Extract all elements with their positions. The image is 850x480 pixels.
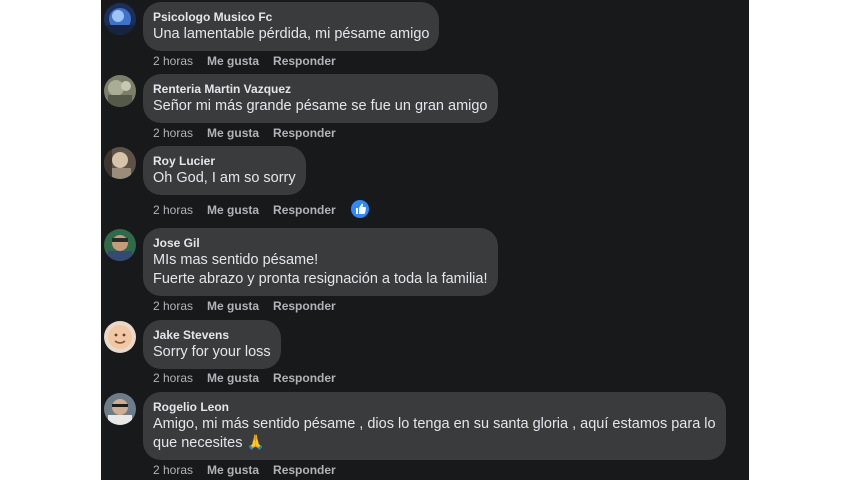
- like-button[interactable]: Me gusta: [207, 299, 259, 313]
- comment-text: Oh God, I am so sorry: [153, 170, 296, 186]
- comment-timestamp[interactable]: 2 horas: [153, 126, 193, 140]
- reply-button[interactable]: Responder: [273, 463, 336, 477]
- comment-bubble: Renteria Martin Vazquez Señor mi más gra…: [143, 74, 498, 123]
- comment-text: Sorry for your loss: [153, 344, 271, 360]
- comment-author[interactable]: Jose Gil: [153, 235, 488, 251]
- comment-author[interactable]: Jake Stevens: [153, 327, 271, 343]
- reply-button[interactable]: Responder: [273, 54, 336, 68]
- avatar[interactable]: [104, 75, 136, 107]
- reply-button[interactable]: Responder: [273, 371, 336, 385]
- comment-timestamp[interactable]: 2 horas: [153, 371, 193, 385]
- comment-actions: 2 horas Me gusta Responder: [153, 371, 336, 385]
- comment-actions: 2 horas Me gusta Responder: [153, 126, 336, 140]
- comment-text: Amigo, mi más sentido pésame , dios lo t…: [153, 416, 716, 432]
- like-button[interactable]: Me gusta: [207, 371, 259, 385]
- avatar[interactable]: [104, 147, 136, 179]
- avatar[interactable]: [104, 321, 136, 353]
- comment-bubble: Jose Gil MIs mas sentido pésame! Fuerte …: [143, 228, 498, 296]
- like-button[interactable]: Me gusta: [207, 463, 259, 477]
- comment-text: MIs mas sentido pésame!: [153, 252, 319, 268]
- like-button[interactable]: Me gusta: [207, 54, 259, 68]
- comment-timestamp[interactable]: 2 horas: [153, 54, 193, 68]
- comment-actions: 2 horas Me gusta Responder: [153, 299, 336, 313]
- comment-bubble: Roy Lucier Oh God, I am so sorry: [143, 146, 306, 195]
- like-reaction-icon[interactable]: [351, 200, 369, 218]
- avatar[interactable]: [104, 3, 136, 35]
- comments-panel: Psicologo Musico Fc Una lamentable pérdi…: [101, 0, 749, 480]
- like-button[interactable]: Me gusta: [207, 203, 259, 217]
- comment-bubble: Rogelio Leon Amigo, mi más sentido pésam…: [143, 392, 726, 460]
- comment-actions: 2 horas Me gusta Responder: [153, 54, 336, 68]
- like-button[interactable]: Me gusta: [207, 126, 259, 140]
- comment-actions: 2 horas Me gusta Responder: [153, 203, 336, 217]
- comment-author[interactable]: Rogelio Leon: [153, 399, 716, 415]
- comment-author[interactable]: Roy Lucier: [153, 153, 296, 169]
- comment-timestamp[interactable]: 2 horas: [153, 463, 193, 477]
- comment-text: Señor mi más grande pésame se fue un gra…: [153, 98, 488, 114]
- comment-bubble: Psicologo Musico Fc Una lamentable pérdi…: [143, 2, 440, 51]
- comment-text: Una lamentable pérdida, mi pésame amigo: [153, 26, 430, 42]
- reply-button[interactable]: Responder: [273, 126, 336, 140]
- comment-text: que necesites 🙏: [153, 435, 265, 451]
- comment-bubble: Jake Stevens Sorry for your loss: [143, 320, 281, 369]
- comment-text: Fuerte abrazo y pronta resignación a tod…: [153, 271, 488, 287]
- comment-timestamp[interactable]: 2 horas: [153, 203, 193, 217]
- comment-author[interactable]: Renteria Martin Vazquez: [153, 81, 488, 97]
- comment-actions: 2 horas Me gusta Responder: [153, 463, 336, 477]
- comment-timestamp[interactable]: 2 horas: [153, 299, 193, 313]
- avatar[interactable]: [104, 393, 136, 425]
- comment-author[interactable]: Psicologo Musico Fc: [153, 9, 429, 25]
- reply-button[interactable]: Responder: [273, 203, 336, 217]
- avatar[interactable]: [104, 229, 136, 261]
- reply-button[interactable]: Responder: [273, 299, 336, 313]
